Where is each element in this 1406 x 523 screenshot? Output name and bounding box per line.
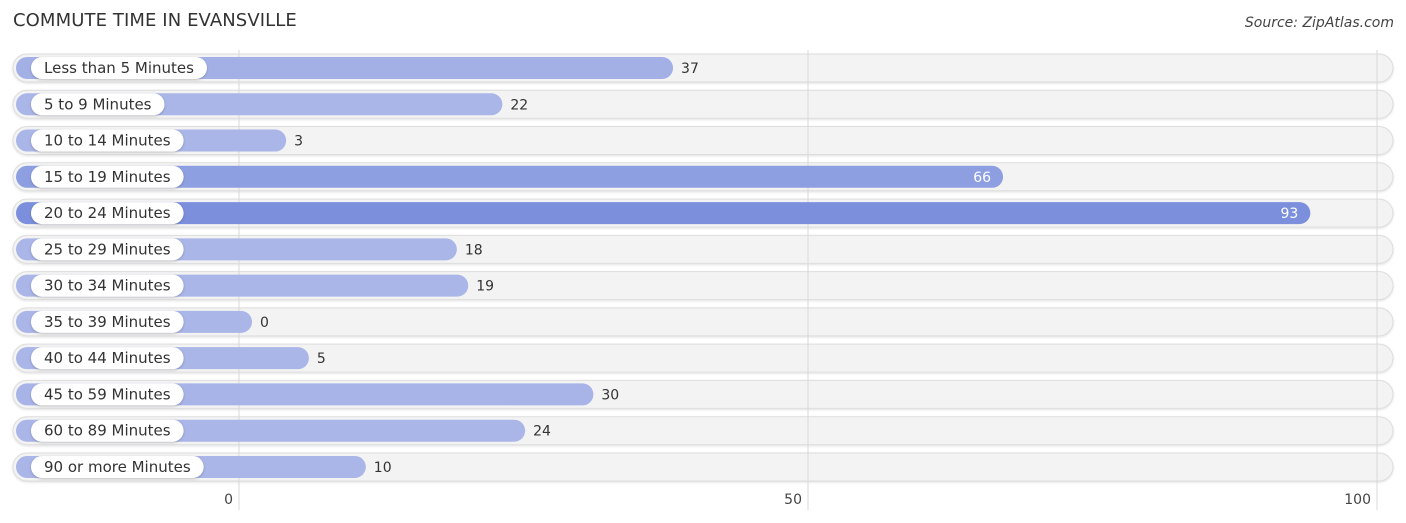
bar-row: 15 to 19 Minutes 66	[16, 165, 1004, 188]
value-label: 3	[294, 134, 303, 150]
value-label: 66	[973, 170, 991, 186]
value-label: 19	[476, 279, 494, 295]
value-label: 30	[601, 387, 619, 403]
value-label: 22	[510, 97, 528, 113]
bar-row: 10 to 14 Minutes 3	[16, 129, 303, 152]
bar-row: 5 to 9 Minutes 22	[16, 93, 528, 116]
value-label: 5	[317, 351, 326, 367]
bar-row: 60 to 89 Minutes 24	[16, 419, 551, 442]
value-label: 37	[681, 61, 699, 77]
bar-row: 40 to 44 Minutes 5	[16, 347, 326, 370]
category-label: 90 or more Minutes	[44, 458, 191, 476]
value-label: 24	[533, 424, 551, 440]
category-label: 20 to 24 Minutes	[44, 204, 171, 222]
x-tick-label: 100	[1344, 492, 1371, 508]
bar-row: 30 to 34 Minutes 19	[16, 274, 494, 297]
x-tick-label: 0	[224, 492, 233, 508]
bar-row: Less than 5 Minutes 37	[16, 57, 699, 79]
value-label: 18	[465, 242, 483, 258]
bar-row: 35 to 39 Minutes 0	[16, 310, 269, 333]
category-label: 25 to 29 Minutes	[44, 240, 171, 258]
bar[interactable]	[16, 202, 1311, 225]
category-label: 10 to 14 Minutes	[44, 132, 171, 150]
category-label: 15 to 19 Minutes	[44, 168, 171, 186]
bar-row: 90 or more Minutes 10	[16, 455, 392, 478]
category-label: 60 to 89 Minutes	[44, 422, 171, 440]
value-label: 10	[374, 460, 392, 476]
value-label: 0	[260, 315, 269, 331]
category-label: 5 to 9 Minutes	[44, 95, 152, 113]
bar-chart: Less than 5 Minutes 37 5 to 9 Minutes 22 10 …	[12, 50, 1394, 510]
value-label: 93	[1281, 206, 1299, 222]
category-label: 30 to 34 Minutes	[44, 277, 171, 295]
bar-row: 20 to 24 Minutes 93	[16, 202, 1311, 225]
bar-row: 45 to 59 Minutes 30	[16, 383, 619, 406]
category-label: 40 to 44 Minutes	[44, 349, 171, 367]
x-tick-label: 50	[784, 492, 802, 508]
category-label: 35 to 39 Minutes	[44, 313, 171, 331]
bar-row: 25 to 29 Minutes 18	[16, 238, 483, 261]
category-label: 45 to 59 Minutes	[44, 385, 171, 403]
category-label: Less than 5 Minutes	[44, 59, 194, 77]
